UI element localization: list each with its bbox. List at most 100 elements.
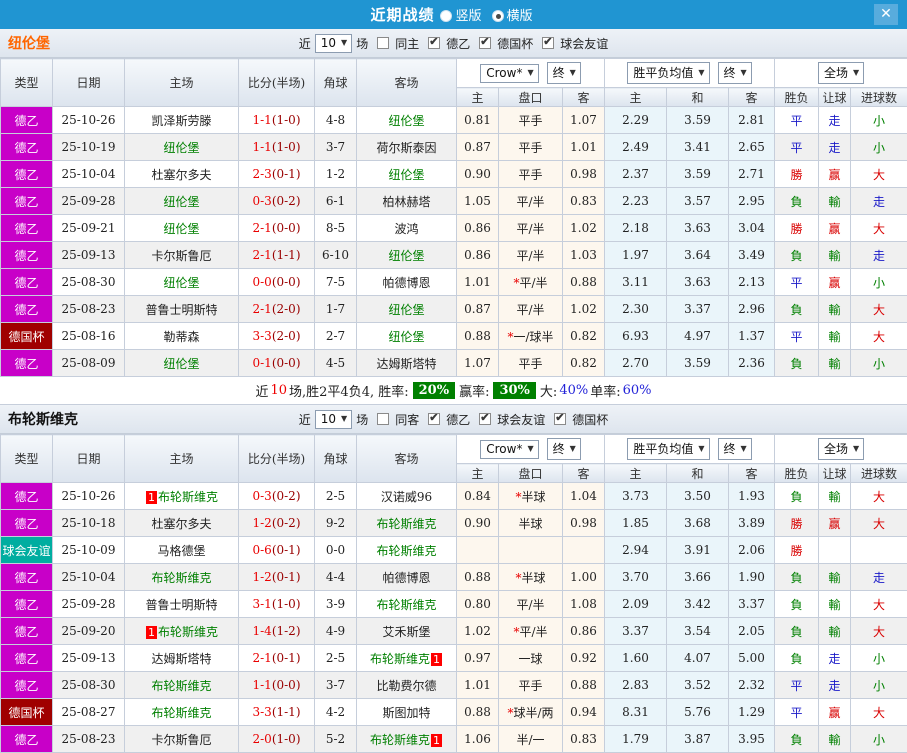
subcolumn-header: 让球 xyxy=(819,464,851,483)
home-team-name: 纽伦堡 xyxy=(163,222,199,236)
odds-stage-select[interactable]: 终▼ xyxy=(547,62,581,84)
full-time-score: 2-0 xyxy=(252,732,271,746)
league-filter-checkbox-2[interactable] xyxy=(542,37,554,49)
league-cell: 德乙 xyxy=(1,107,53,134)
score-cell: 2-3(0-1) xyxy=(239,161,315,188)
close-button[interactable]: ✕ xyxy=(874,4,898,25)
avg-home-odds-cell: 2.83 xyxy=(605,672,667,699)
away-team-cell: 柏林赫塔 xyxy=(357,188,457,215)
odds-stage-select[interactable]: 终▼ xyxy=(547,438,581,460)
layout-radio-vertical[interactable] xyxy=(440,10,452,22)
avg-away-odds-cell: 5.00 xyxy=(729,645,775,672)
subcolumn-header: 和 xyxy=(667,88,729,107)
home-team-cell: 纽伦堡 xyxy=(125,215,239,242)
red-card-badge: 1 xyxy=(146,626,157,639)
matches-suffix-label: 场 xyxy=(356,411,368,428)
avg-draw-odds-cell: 4.97 xyxy=(667,323,729,350)
avg-odds-select[interactable]: 胜平负均值▼ xyxy=(627,438,709,460)
page-title: 近期战绩 xyxy=(370,4,434,25)
avg-away-odds-cell: 1.29 xyxy=(729,699,775,726)
avg-home-odds-cell: 6.93 xyxy=(605,323,667,350)
home-team-cell: 杜塞尔多夫 xyxy=(125,510,239,537)
match-scope-select[interactable]: 全场▼ xyxy=(818,438,864,460)
avg-home-odds-cell: 2.18 xyxy=(605,215,667,242)
corners-cell: 4-2 xyxy=(315,699,357,726)
avg-away-odds-cell: 1.37 xyxy=(729,323,775,350)
goals-result-cell: 大 xyxy=(851,618,907,645)
avg-odds-select-value: 胜平负均值 xyxy=(633,440,693,457)
handicap-away-odds-cell: 0.88 xyxy=(563,269,605,296)
handicap-away-odds-cell: 0.82 xyxy=(563,350,605,377)
subcolumn-header: 客 xyxy=(729,88,775,107)
wdl-result-cell: 負 xyxy=(775,618,819,645)
home-team-cell: 凯泽斯劳滕 xyxy=(125,107,239,134)
odds-company-select[interactable]: Crow*▼ xyxy=(480,64,538,83)
goals-result-cell: 小 xyxy=(851,726,907,753)
home-team-name: 杜塞尔多夫 xyxy=(151,168,211,182)
avg-home-odds-cell: 3.37 xyxy=(605,618,667,645)
match-row: 德乙25-09-201布轮斯维克1-4(1-2)4-9艾禾斯堡1.02*平/半0… xyxy=(1,618,907,645)
date-cell: 25-10-19 xyxy=(53,134,125,161)
odds-company-select[interactable]: Crow*▼ xyxy=(480,440,538,459)
corners-cell: 6-10 xyxy=(315,242,357,269)
avg-home-odds-cell: 2.30 xyxy=(605,296,667,323)
league-filter-checkbox-1[interactable] xyxy=(479,413,491,425)
away-team-name: 柏林赫塔 xyxy=(382,195,430,209)
handicap-away-odds-cell: 0.83 xyxy=(563,188,605,215)
league-cell: 德乙 xyxy=(1,672,53,699)
match-scope-select[interactable]: 全场▼ xyxy=(818,62,864,84)
corners-cell: 1-7 xyxy=(315,296,357,323)
full-time-score: 0-6 xyxy=(252,543,271,557)
match-row: 德乙25-10-04布轮斯维克1-2(0-1)4-4帕德博恩0.88*半球1.0… xyxy=(1,564,907,591)
league-cell: 德乙 xyxy=(1,510,53,537)
avg-home-odds-cell: 1.79 xyxy=(605,726,667,753)
avg-away-odds-cell: 2.05 xyxy=(729,618,775,645)
goals-result-cell: 大 xyxy=(851,215,907,242)
half-time-score: (1-1) xyxy=(272,248,301,262)
matches-count-select[interactable]: 10▼ xyxy=(315,34,352,53)
avg-odds-select[interactable]: 胜平负均值▼ xyxy=(627,62,709,84)
avg-home-odds-cell: 2.70 xyxy=(605,350,667,377)
handicap-home-odds-cell: 0.86 xyxy=(457,242,499,269)
dropdown-arrow-icon: ▼ xyxy=(570,444,576,453)
handicap-line-cell: *一/球半 xyxy=(499,323,563,350)
league-filter-checkbox-0[interactable] xyxy=(428,37,440,49)
avg-odds-select-value: 胜平负均值 xyxy=(633,64,693,81)
wdl-result-cell: 負 xyxy=(775,726,819,753)
half-time-score: (0-2) xyxy=(272,489,301,503)
full-time-score: 1-1 xyxy=(252,113,271,127)
avg-away-odds-cell: 3.95 xyxy=(729,726,775,753)
home-team-cell: 布轮斯维克 xyxy=(125,672,239,699)
avg-draw-odds-cell: 3.68 xyxy=(667,510,729,537)
handicap-result-cell: 輸 xyxy=(819,188,851,215)
same-venue-checkbox[interactable] xyxy=(377,413,389,425)
corners-cell: 3-9 xyxy=(315,591,357,618)
handicap-home-odds-cell: 0.88 xyxy=(457,564,499,591)
league-filter-checkbox-2[interactable] xyxy=(554,413,566,425)
dropdown-arrow-icon: ▼ xyxy=(853,444,859,453)
home-team-cell: 勒蒂森 xyxy=(125,323,239,350)
layout-radio-horizontal[interactable] xyxy=(492,10,504,22)
same-venue-checkbox[interactable] xyxy=(377,37,389,49)
avg-draw-odds-cell: 3.52 xyxy=(667,672,729,699)
avg-draw-odds-cell: 3.54 xyxy=(667,618,729,645)
avg-home-odds-cell: 1.85 xyxy=(605,510,667,537)
subcolumn-header: 主 xyxy=(605,464,667,483)
wdl-result-cell: 平 xyxy=(775,323,819,350)
date-cell: 25-09-21 xyxy=(53,215,125,242)
avg-stage-select[interactable]: 终▼ xyxy=(718,438,752,460)
avg-stage-select[interactable]: 终▼ xyxy=(718,62,752,84)
corners-cell: 2-7 xyxy=(315,323,357,350)
column-header: 类型 xyxy=(1,59,53,107)
matches-count-select[interactable]: 10▼ xyxy=(315,410,352,429)
avg-away-odds-cell: 3.04 xyxy=(729,215,775,242)
league-cell: 德乙 xyxy=(1,645,53,672)
away-team-name: 布轮斯维克 xyxy=(370,733,430,747)
league-filter-checkbox-1[interactable] xyxy=(479,37,491,49)
match-row: 德乙25-10-26凯泽斯劳滕1-1(1-0)4-8纽伦堡0.81平手1.072… xyxy=(1,107,907,134)
away-team-name: 布轮斯维克 xyxy=(376,517,436,531)
league-filter-checkbox-0[interactable] xyxy=(428,413,440,425)
score-cell: 1-1(1-0) xyxy=(239,134,315,161)
handicap-result-cell: 輸 xyxy=(819,350,851,377)
score-cell: 0-3(0-2) xyxy=(239,188,315,215)
